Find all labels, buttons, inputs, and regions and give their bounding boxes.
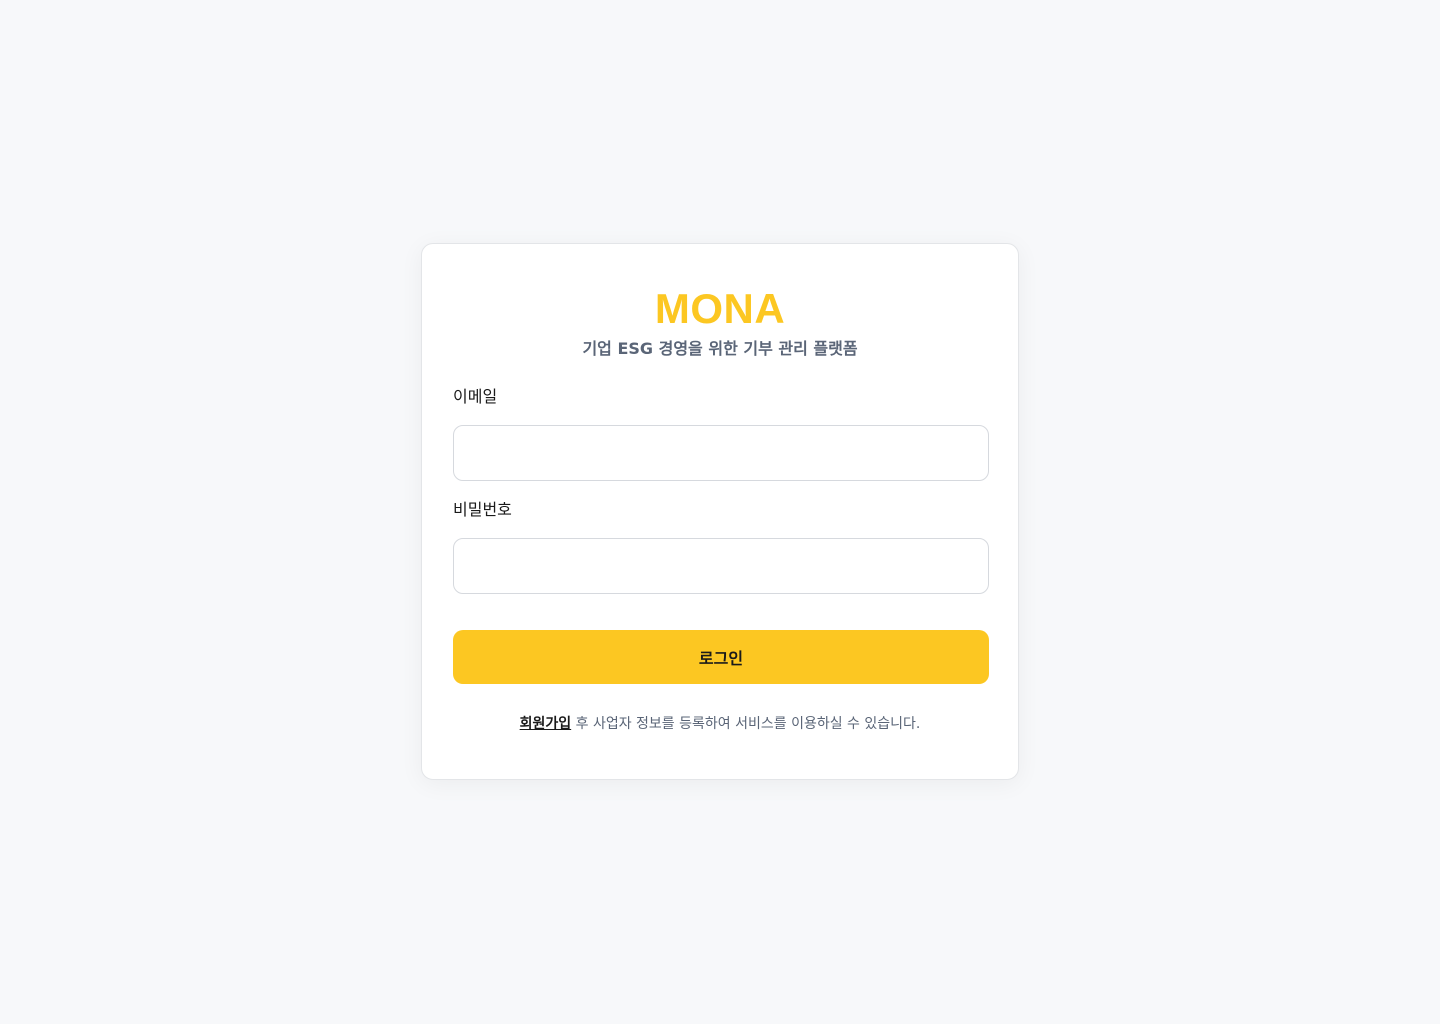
email-field[interactable] <box>453 425 989 481</box>
login-button[interactable]: 로그인 <box>453 630 989 684</box>
brand-logo: MONA <box>654 285 786 332</box>
password-field[interactable] <box>453 538 989 594</box>
login-card: MONA 기업 ESG 경영을 위한 기부 관리 플랫폼 이메일 비밀번호 로그… <box>421 243 1019 780</box>
signup-notice: 회원가입 후 사업자 정보를 등록하여 서비스를 이용하실 수 있습니다. <box>422 714 1018 734</box>
signup-link[interactable]: 회원가입 <box>520 716 572 732</box>
signup-notice-text: 후 사업자 정보를 등록하여 서비스를 이용하실 수 있습니다. <box>571 716 921 732</box>
password-label: 비밀번호 <box>453 500 512 519</box>
email-label: 이메일 <box>453 387 498 406</box>
brand-tagline: 기업 ESG 경영을 위한 기부 관리 플랫폼 <box>582 339 858 358</box>
